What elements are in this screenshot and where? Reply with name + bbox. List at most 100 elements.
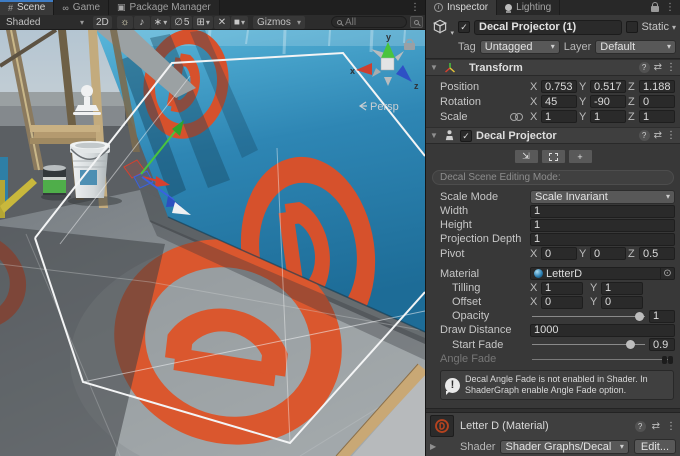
active-checkbox[interactable]: ✓ (458, 21, 470, 33)
axis-x-label: X (530, 296, 539, 308)
angle-fade-label: Angle Fade (440, 353, 528, 365)
scale-x-field[interactable]: 1 (541, 110, 577, 123)
layer-label: Layer (564, 41, 592, 53)
width-field[interactable]: 1 (530, 205, 675, 218)
component-enabled-checkbox[interactable]: ✓ (460, 130, 472, 142)
scale-z-field[interactable]: 1 (639, 110, 675, 123)
transform-header[interactable]: ▼ Transform ? ⇄ ⋮ (426, 59, 680, 76)
presets-icon[interactable]: ⇄ (654, 130, 662, 141)
projection-depth-field[interactable]: 1 (530, 233, 675, 246)
position-x-field[interactable]: 0.753 (541, 80, 577, 93)
transform-title: Transform (469, 62, 523, 74)
menu-icon[interactable]: ⋮ (666, 421, 676, 432)
start-fade-slider[interactable] (530, 338, 647, 351)
tilling-x-field[interactable]: 1 (541, 282, 583, 295)
offset-y-field[interactable]: 0 (601, 296, 643, 309)
pivot-z-field[interactable]: 0.5 (639, 247, 675, 260)
scale-mode-dropdown[interactable]: Scale Invariant ▾ (530, 190, 675, 204)
tilling-y-field[interactable]: 1 (601, 282, 643, 295)
tag-label: Tag (458, 41, 476, 53)
tab-inspector[interactable]: i Inspector (426, 0, 497, 15)
material-asset-title: Letter D (Material) (460, 420, 549, 432)
foldout-icon[interactable]: ▼ (430, 63, 439, 72)
start-fade-field[interactable]: 0.9 (649, 338, 675, 351)
crop-edit-mode-button[interactable] (541, 149, 566, 164)
offset-label: Offset (440, 296, 528, 308)
edit-shader-button[interactable]: Edit... (634, 439, 676, 454)
gizmos-dropdown[interactable]: Gizmos ▾ (253, 16, 305, 29)
scene-viewport[interactable]: y x z Persp (0, 30, 425, 456)
tab-lighting[interactable]: Lighting (497, 0, 560, 15)
menu-icon[interactable]: ⋮ (666, 130, 676, 141)
object-picker-icon[interactable]: ⊙ (660, 267, 674, 280)
component-tools-button[interactable]: ✕ (214, 16, 230, 29)
search-window-icon[interactable] (410, 16, 423, 28)
hidden-objects-button[interactable]: ∅ 5 (171, 16, 192, 29)
lightbulb-icon (505, 4, 512, 11)
material-thumbnail[interactable] (430, 415, 454, 437)
presets-icon[interactable]: ⇄ (654, 62, 662, 73)
foldout-icon[interactable]: ▶ (430, 442, 439, 451)
draw-mode-dropdown[interactable]: Shaded ▾ (2, 16, 88, 29)
pivot-x-field[interactable]: 0 (541, 247, 577, 260)
tilling-label: Tilling (440, 282, 528, 294)
inspector-icon: i (434, 3, 443, 12)
scene-search-input[interactable]: All (331, 16, 407, 28)
tag-dropdown[interactable]: Untagged ▾ (480, 40, 560, 54)
scale-y-field[interactable]: 1 (590, 110, 626, 123)
presets-icon[interactable]: ⇄ (652, 421, 660, 432)
2d-toggle-button[interactable]: 2D (93, 16, 112, 29)
tab-game[interactable]: ∞ Game (54, 0, 109, 15)
angle-fade-warning: ! Decal Angle Fade is not enabled in Sha… (440, 370, 674, 400)
static-toggle[interactable]: Static ▾ (626, 21, 676, 33)
audio-toggle-button[interactable]: ♪ (134, 16, 150, 29)
scene-grid-icon: # (8, 3, 13, 13)
scene-tab-menu-icon[interactable]: ⋮ (405, 0, 425, 15)
foldout-icon[interactable]: ▼ (430, 131, 439, 140)
camera-icon: ■ (234, 17, 240, 28)
draw-distance-label: Draw Distance (440, 324, 528, 336)
tab-scene[interactable]: # Scene (0, 0, 54, 15)
gameobject-name-field[interactable]: Decal Projector (1) (474, 20, 622, 35)
grid-dropdown-button[interactable]: ⊞ ▾ (193, 16, 212, 29)
lighting-toggle-button[interactable]: ☼ (117, 16, 133, 29)
gizmo-x-label: x (350, 66, 355, 76)
help-icon[interactable]: ? (639, 130, 650, 141)
lock-icon[interactable] (651, 6, 659, 12)
scale-edit-mode-button[interactable]: ⇲ (514, 149, 539, 164)
inspector-menu-icon[interactable]: ⋮ (665, 2, 675, 13)
draw-distance-field[interactable]: 1000 (530, 324, 675, 337)
rotation-z-field[interactable]: 0 (639, 95, 675, 108)
tab-package-manager[interactable]: ▣ Package Manager (109, 0, 220, 15)
gizmo-center-cube[interactable] (381, 58, 394, 70)
material-asset-header[interactable]: Letter D (Material) ? ⇄ ⋮ ▶ Shader Shade… (426, 413, 680, 456)
wood-plank-stack (30, 125, 100, 132)
menu-icon[interactable]: ⋮ (666, 62, 676, 73)
pivot-y-field[interactable]: 0 (590, 247, 626, 260)
pivot-edit-mode-button[interactable]: + (568, 149, 593, 164)
effects-dropdown-button[interactable]: ∗ ▾ (151, 16, 170, 29)
constrain-proportions-icon[interactable] (510, 112, 522, 121)
shader-dropdown[interactable]: Shader Graphs/Decal ▾ (500, 440, 628, 454)
rotation-y-field[interactable]: -90 (590, 95, 626, 108)
scene-render[interactable]: y x z Persp (0, 30, 425, 456)
axis-y-label: Y (579, 96, 588, 108)
position-y-field[interactable]: 0.517 (590, 80, 626, 93)
material-object-field[interactable]: LetterD ⊙ (530, 267, 675, 280)
opacity-field[interactable]: 1 (649, 310, 675, 323)
static-checkbox[interactable] (626, 21, 638, 33)
gameobject-icon[interactable]: ▾ (430, 18, 454, 36)
material-label: Material (440, 268, 528, 280)
decal-projector-header[interactable]: ▼ ✓ Decal Projector ? ⇄ ⋮ (426, 127, 680, 144)
offset-x-field[interactable]: 0 (541, 296, 583, 309)
axis-z-label: Z (628, 96, 637, 108)
axis-y-label: Y (579, 111, 588, 123)
position-z-field[interactable]: 1.188 (639, 80, 675, 93)
opacity-slider[interactable] (530, 310, 647, 323)
help-icon[interactable]: ? (639, 62, 650, 73)
help-icon[interactable]: ? (635, 421, 646, 432)
rotation-x-field[interactable]: 45 (541, 95, 577, 108)
height-field[interactable]: 1 (530, 219, 675, 232)
camera-dropdown-button[interactable]: ■ ▾ (231, 16, 248, 29)
layer-dropdown[interactable]: Default ▾ (595, 40, 676, 54)
